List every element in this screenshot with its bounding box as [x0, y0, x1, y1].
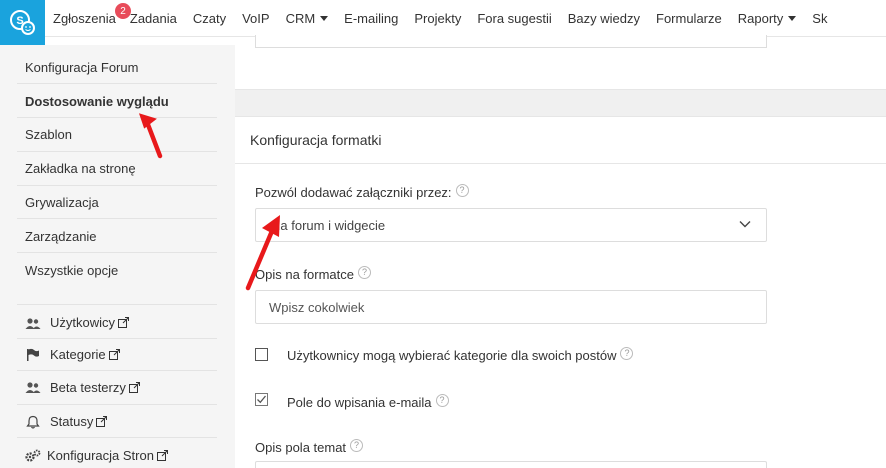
- sidebar-item-label: Użytkowicy: [50, 315, 116, 330]
- previous-field[interactable]: [255, 35, 767, 48]
- nav-item-crm[interactable]: CRM: [278, 0, 337, 37]
- sidebar-item-statusy[interactable]: Statusy: [50, 414, 108, 429]
- sidebar-item-uzytkowicy[interactable]: Użytkowicy: [50, 315, 130, 330]
- email-checkbox-label[interactable]: Pole do wpisania e-maila?: [287, 394, 449, 410]
- nav-item-zgloszenia[interactable]: Zgłoszenia 2: [45, 0, 131, 37]
- nav-item-bazy-wiedzy[interactable]: Bazy wiedzy: [560, 0, 648, 37]
- form-description-label-text: Opis na formatce: [255, 267, 354, 282]
- sidebar-divider: [17, 304, 217, 305]
- nav-item-formularze[interactable]: Formularze: [648, 0, 730, 37]
- sidebar-divider: [17, 218, 217, 219]
- bell-icon: [25, 414, 41, 430]
- form-description-label: Opis na formatce?: [255, 266, 371, 282]
- help-icon[interactable]: ?: [435, 394, 449, 407]
- sidebar-item-kategorie[interactable]: Kategorie: [50, 347, 120, 362]
- sidebar-divider: [17, 437, 217, 438]
- help-icon[interactable]: ?: [358, 266, 371, 279]
- nav-item-label: Raporty: [737, 11, 784, 26]
- sidebar-item-konfiguracja-forum[interactable]: Konfiguracja Forum: [25, 60, 138, 75]
- nav-item-zadania[interactable]: Zadania: [124, 0, 185, 37]
- categories-checkbox-label[interactable]: Użytkownicy mogą wybierać kategorie dla …: [287, 347, 634, 363]
- sidebar-item-zakladka[interactable]: Zakładka na stronę: [25, 161, 136, 176]
- categories-checkbox[interactable]: [255, 348, 268, 361]
- sidebar-divider: [17, 117, 217, 118]
- sidebar-item-grywalizacja[interactable]: Grywalizacja: [25, 195, 99, 210]
- nav-item-czaty[interactable]: Czaty: [185, 0, 234, 37]
- external-link-icon: [156, 450, 168, 461]
- attachments-label: Pozwól dodawać załączniki przez:?: [255, 184, 469, 200]
- caret-down-icon: [788, 16, 797, 21]
- nav-item-projekty[interactable]: Projekty: [406, 0, 469, 37]
- sidebar-item-label: Beta testerzy: [50, 380, 126, 395]
- subject-description-label: Opis pola temat?: [255, 439, 364, 455]
- sidebar-divider: [17, 252, 217, 253]
- nav-item-fora-sugestii[interactable]: Fora sugestii: [469, 0, 559, 37]
- sidebar: Konfiguracja Forum Dostosowanie wyglądu …: [0, 45, 235, 468]
- sidebar-item-label: Statusy: [50, 414, 94, 429]
- section-divider: [235, 163, 886, 164]
- external-link-icon: [96, 416, 108, 427]
- sidebar-item-label: Konfiguracja Stron: [47, 448, 154, 463]
- attachments-label-text: Pozwól dodawać załączniki przez:: [255, 185, 452, 200]
- nav-item-label: Fora sugestii: [477, 11, 552, 26]
- users-icon: [25, 316, 41, 332]
- section-title: Konfiguracja formatki: [250, 132, 382, 148]
- attachments-select-value: Na forum i widgecie: [271, 217, 386, 233]
- nav-item-label: Projekty: [414, 11, 462, 26]
- sidebar-item-beta-testerzy[interactable]: Beta testerzy: [50, 380, 140, 395]
- subject-description-label-text: Opis pola temat: [255, 440, 347, 455]
- sidebar-item-wszystkie-opcje[interactable]: Wszystkie opcje: [25, 263, 118, 278]
- categories-checkbox-text: Użytkownicy mogą wybierać kategorie dla …: [287, 348, 617, 363]
- users-icon: [25, 380, 41, 396]
- chevron-down-icon: [739, 221, 751, 228]
- subject-description-input[interactable]: [255, 461, 767, 468]
- sidebar-divider: [17, 404, 217, 405]
- nav-item-label: Zadania: [129, 11, 177, 26]
- email-checkbox[interactable]: [255, 393, 268, 406]
- sidebar-item-zarzadzanie[interactable]: Zarządzanie: [25, 229, 97, 244]
- external-link-icon: [108, 349, 120, 360]
- sidebar-item-label: Kategorie: [50, 347, 106, 362]
- nav-item-label: CRM: [285, 11, 316, 26]
- nav-item-label: Zgłoszenia: [53, 11, 116, 26]
- sidebar-divider: [17, 83, 217, 84]
- help-icon[interactable]: ?: [455, 184, 469, 197]
- attachments-select[interactable]: Na forum i widgecie: [255, 208, 767, 242]
- gears-icon: [25, 448, 41, 464]
- top-navigation-bar: S Zgłoszenia 2 Zadania Czaty VoIP CRM E-…: [0, 0, 886, 45]
- external-link-icon: [128, 382, 140, 393]
- nav-item-emailing[interactable]: E-mailing: [336, 0, 406, 37]
- nav-item-voip[interactable]: VoIP: [234, 0, 277, 37]
- nav-item-label: E-mailing: [344, 11, 399, 26]
- external-link-icon: [118, 317, 130, 328]
- main-nav: Zgłoszenia 2 Zadania Czaty VoIP CRM E-ma…: [45, 0, 835, 37]
- nav-item-label: VoIP: [242, 11, 270, 26]
- sidebar-divider: [17, 151, 217, 152]
- sidebar-divider: [17, 338, 217, 339]
- flag-icon: [25, 347, 41, 363]
- main-content: Konfiguracja formatki Pozwól dodawać zał…: [235, 35, 886, 468]
- nav-item-label: Formularze: [656, 11, 722, 26]
- logo[interactable]: S: [0, 0, 45, 45]
- email-checkbox-text: Pole do wpisania e-maila: [287, 395, 432, 410]
- nav-item-label: Czaty: [192, 11, 227, 26]
- section-separator: [235, 89, 886, 117]
- sidebar-divider: [17, 370, 217, 371]
- caret-down-icon: [320, 16, 329, 21]
- help-icon[interactable]: ?: [620, 347, 634, 360]
- nav-item-raporty[interactable]: Raporty: [730, 0, 805, 37]
- nav-item-label: Sk: [812, 11, 828, 26]
- nav-item-label: Bazy wiedzy: [567, 11, 640, 26]
- form-description-input[interactable]: Wpisz cokolwiek: [255, 290, 767, 324]
- nav-item-sk[interactable]: Sk: [804, 0, 835, 37]
- sidebar-item-konfiguracja-stron[interactable]: Konfiguracja Stron: [47, 448, 168, 463]
- sidebar-item-dostosowanie-wygladu[interactable]: Dostosowanie wyglądu: [25, 94, 169, 109]
- checkmark-icon: [257, 395, 267, 404]
- help-icon[interactable]: ?: [350, 439, 364, 452]
- sidebar-divider: [17, 185, 217, 186]
- chat-bubbles-icon: S: [9, 9, 35, 35]
- sidebar-item-szablon[interactable]: Szablon: [25, 127, 72, 142]
